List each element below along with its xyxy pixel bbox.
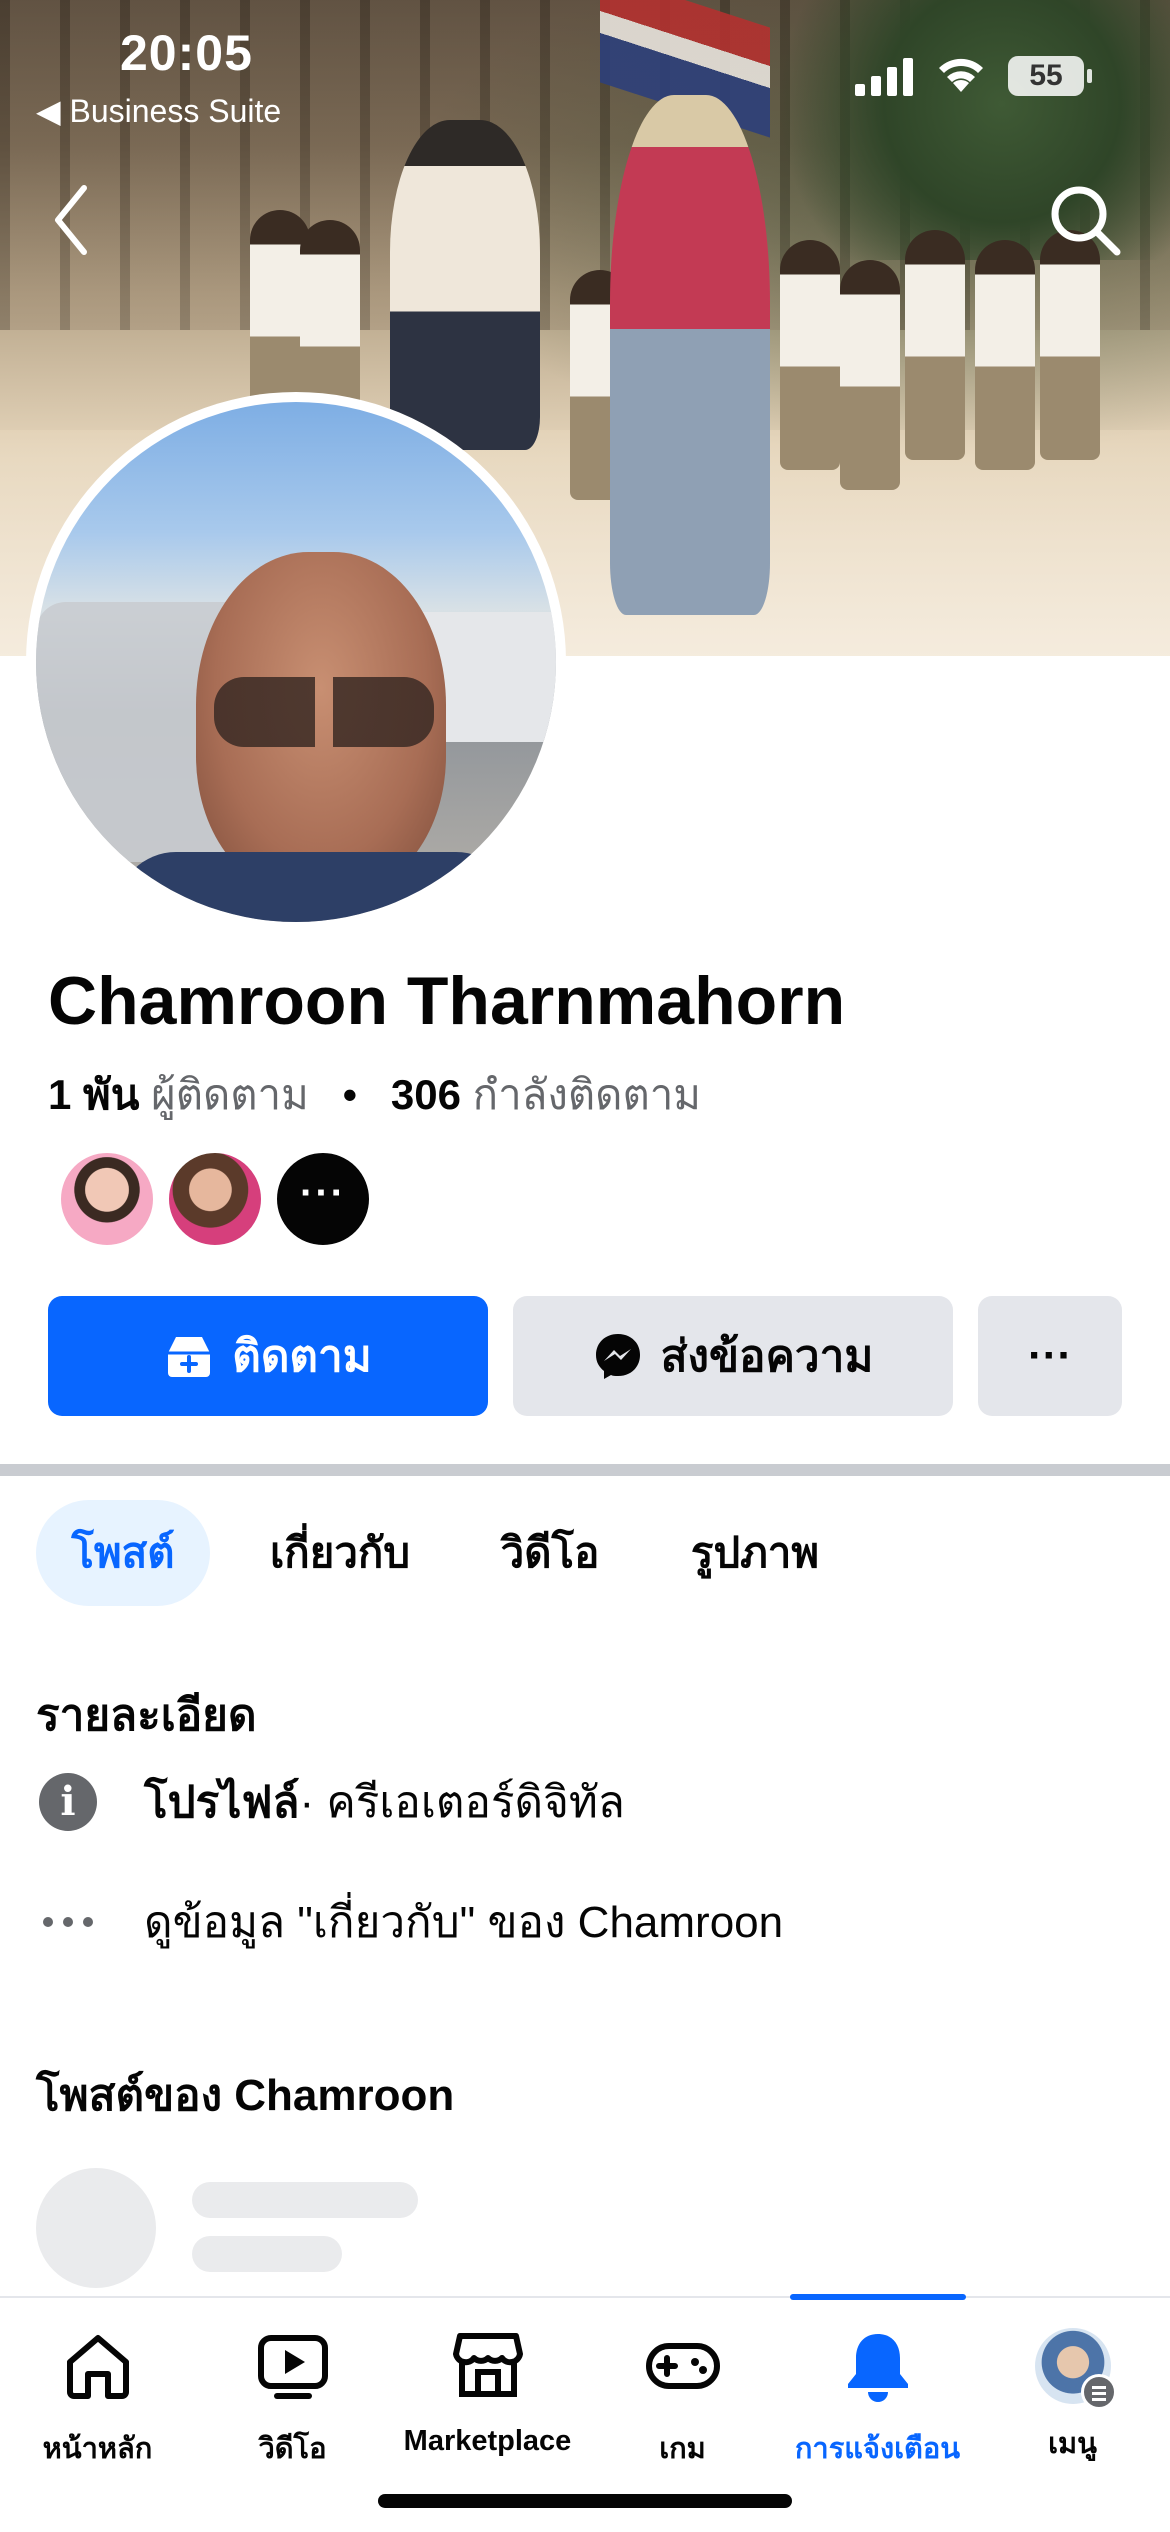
followers-label[interactable]: ผู้ติดตาม bbox=[151, 1071, 309, 1118]
video-icon bbox=[257, 2335, 328, 2399]
cover-man-white-shirt bbox=[390, 120, 540, 450]
home-indicator bbox=[378, 2494, 792, 2508]
nav-menu-label: เมนู bbox=[1048, 2428, 1097, 2460]
separator-dot: • bbox=[342, 1071, 358, 1118]
cellular-signal-icon bbox=[855, 58, 913, 96]
back-to-app-link[interactable]: ◀ Business Suite bbox=[36, 92, 281, 130]
nav-marketplace-label: Marketplace bbox=[403, 2425, 572, 2457]
see-about-link[interactable]: ดูข้อมูล "เกี่ยวกับ" ของ Chamroon bbox=[144, 1887, 783, 1957]
cover-child bbox=[1040, 230, 1100, 460]
nav-notifications[interactable]: การแจ้งเตือน bbox=[780, 2328, 975, 2488]
bell-icon bbox=[847, 2334, 908, 2402]
nav-notifications-label: การแจ้งเตือน bbox=[794, 2433, 961, 2465]
more-options-button[interactable]: ··· bbox=[978, 1296, 1122, 1416]
profile-type-row: i โปรไฟล์ · ครีเอเตอร์ดิจิทัล bbox=[36, 1762, 625, 1842]
nav-home[interactable]: หน้าหลัก bbox=[0, 2328, 195, 2488]
post-loading-avatar bbox=[36, 2168, 156, 2288]
follow-stats: 1 พัน ผู้ติดตาม • 306 กำลังติดตาม bbox=[48, 1062, 701, 1128]
nav-menu[interactable]: เมนู bbox=[975, 2328, 1170, 2488]
profile-type-category: · ครีเอเตอร์ดิจิทัล bbox=[299, 1778, 625, 1827]
following-label[interactable]: กำลังติดตาม bbox=[473, 1071, 701, 1118]
info-icon: i bbox=[39, 1773, 97, 1831]
tab-posts[interactable]: โพสต์ bbox=[36, 1500, 210, 1606]
nav-gaming-label: เกม bbox=[659, 2433, 706, 2465]
following-count[interactable]: 306 bbox=[391, 1071, 461, 1118]
avatar-sunglasses bbox=[214, 677, 434, 747]
followers-count[interactable]: 1 พัน bbox=[48, 1071, 139, 1118]
marketplace-icon bbox=[452, 2333, 523, 2397]
see-about-row[interactable]: ดูข้อมูล "เกี่ยวกับ" ของ Chamroon bbox=[36, 1882, 783, 1962]
menu-hamburger-icon bbox=[1080, 2374, 1117, 2410]
follow-button[interactable]: ติดตาม bbox=[48, 1296, 488, 1416]
status-time: 20:05 bbox=[120, 25, 253, 81]
profile-avatar[interactable] bbox=[36, 402, 556, 922]
details-heading: รายละเอียด bbox=[36, 1691, 257, 1740]
post-loading-line bbox=[192, 2182, 418, 2218]
nav-marketplace[interactable]: Marketplace bbox=[390, 2328, 585, 2488]
cover-child bbox=[840, 260, 900, 490]
messenger-icon bbox=[595, 1334, 640, 1379]
cover-man-red-shirt bbox=[610, 95, 770, 615]
home-icon bbox=[66, 2335, 129, 2399]
more-friends-button[interactable]: ··· bbox=[274, 1150, 372, 1248]
follow-add-icon bbox=[168, 1337, 211, 1377]
tab-about[interactable]: เกี่ยวกับ bbox=[240, 1500, 440, 1606]
friend-avatar[interactable] bbox=[58, 1150, 156, 1248]
search-icon[interactable] bbox=[1045, 180, 1125, 260]
posts-heading: โพสต์ของ Chamroon bbox=[36, 2071, 455, 2120]
wifi-icon bbox=[939, 58, 983, 92]
menu-avatar bbox=[1034, 2328, 1117, 2410]
battery-indicator: 55 bbox=[1008, 56, 1092, 96]
status-bar: 20:05 ◀ Business Suite 55 bbox=[0, 0, 1170, 140]
follow-button-label: ติดตาม bbox=[232, 1332, 372, 1381]
cover-child bbox=[780, 240, 840, 470]
info-icon-wrap: i bbox=[36, 1770, 100, 1834]
section-divider bbox=[0, 1464, 1170, 1476]
profile-name: Chamroon Tharnmahorn bbox=[48, 963, 846, 1039]
message-button-label: ส่งข้อความ bbox=[660, 1332, 874, 1381]
tab-photos[interactable]: รูปภาพ bbox=[660, 1500, 850, 1606]
back-chevron-icon[interactable] bbox=[46, 180, 96, 260]
gaming-icon bbox=[645, 2343, 720, 2389]
nav-video[interactable]: วิดีโอ bbox=[195, 2328, 390, 2488]
nav-gaming[interactable]: เกม bbox=[585, 2328, 780, 2488]
post-loading-line bbox=[192, 2236, 342, 2272]
cover-child bbox=[975, 240, 1035, 470]
profile-type-bold: โปรไฟล์ bbox=[144, 1778, 300, 1827]
more-dots-icon bbox=[36, 1890, 100, 1954]
active-tab-indicator bbox=[790, 2294, 966, 2300]
nav-video-label: วิดีโอ bbox=[258, 2433, 327, 2465]
nav-home-label: หน้าหลัก bbox=[42, 2433, 153, 2465]
message-button[interactable]: ส่งข้อความ bbox=[513, 1296, 953, 1416]
tab-videos[interactable]: วิดีโอ bbox=[480, 1500, 620, 1606]
cover-child bbox=[905, 230, 965, 460]
avatar-shirt bbox=[116, 852, 516, 922]
friend-avatar[interactable] bbox=[166, 1150, 264, 1248]
